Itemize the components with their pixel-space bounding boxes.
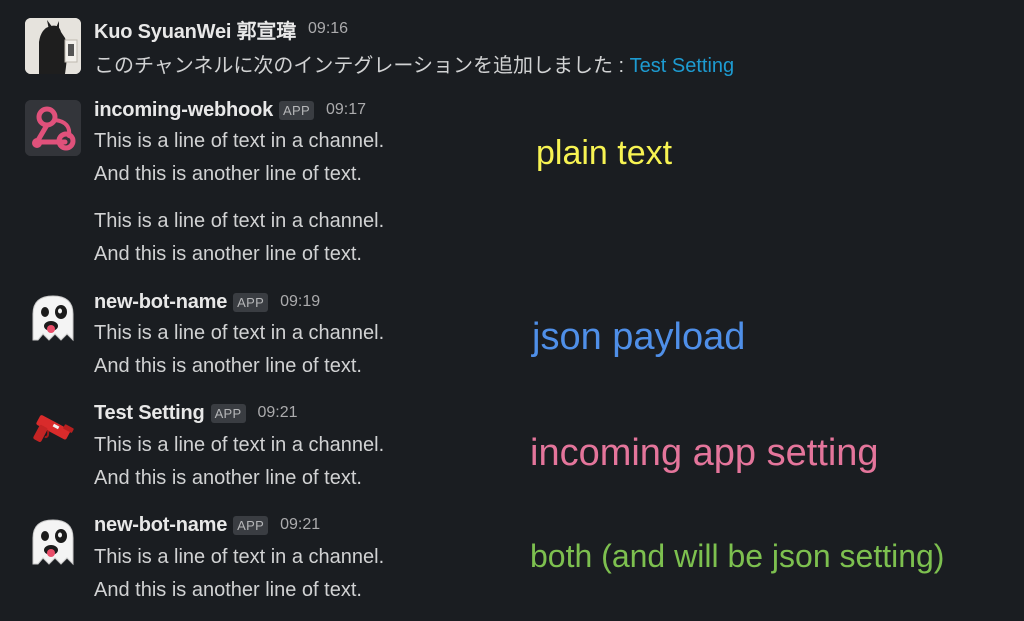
message-line: And this is another line of text. (94, 355, 362, 377)
message-line: This is a line of text in a channel. (94, 322, 385, 344)
webhook-icon[interactable] (25, 100, 81, 156)
app-badge: APP (233, 292, 269, 312)
message-timestamp[interactable]: 09:21 (280, 516, 320, 534)
message-timestamp[interactable]: 09:19 (280, 293, 320, 311)
ghost-emoji-icon[interactable] (25, 290, 81, 346)
user-photo-avatar[interactable] (25, 18, 81, 74)
sender-name[interactable]: Test Setting (94, 402, 205, 425)
sender-name[interactable]: new-bot-name (94, 291, 227, 314)
message-line: And this is another line of text. (94, 163, 362, 185)
message-timestamp[interactable]: 09:17 (326, 101, 366, 119)
message-line: And this is another line of text. (94, 579, 362, 601)
message-line: This is a line of text in a channel. (94, 210, 385, 232)
message-line: And this is another line of text. (94, 243, 362, 265)
integration-link[interactable]: Test Setting (630, 55, 735, 77)
message-line: This is a line of text in a channel. (94, 546, 385, 568)
annotation-both: both (and will be json setting) (530, 538, 945, 574)
ghost-emoji-icon[interactable] (25, 514, 81, 570)
app-badge: APP (210, 403, 246, 423)
annotation-plain-text: plain text (536, 134, 673, 172)
message-line: And this is another line of text. (94, 467, 362, 489)
sender-name[interactable]: Kuo SyuanWei 郭宣瑋 (94, 15, 296, 44)
message-line: This is a line of text in a channel. (94, 434, 385, 456)
sender-name[interactable]: new-bot-name (94, 514, 227, 537)
sender-name[interactable]: incoming-webhook (94, 99, 273, 122)
water-pistol-icon[interactable] (25, 402, 81, 458)
annotation-incoming-app-setting: incoming app setting (530, 432, 879, 474)
message-timestamp[interactable]: 09:21 (258, 404, 298, 422)
annotation-json-payload: json payload (532, 316, 746, 358)
chat-message-list: Kuo SyuanWei 郭宣瑋 09:16 このチャンネルに次のインテグレーシ… (0, 0, 1024, 621)
app-badge: APP (233, 515, 269, 535)
message-line: This is a line of text in a channel. (94, 130, 385, 152)
message-text: このチャンネルに次のインテグレーションを追加しました : Test Settin… (94, 49, 734, 78)
app-badge: APP (279, 100, 314, 120)
integration-added-text: このチャンネルに次のインテグレーションを追加しました : (94, 55, 630, 77)
message-timestamp[interactable]: 09:16 (308, 20, 348, 38)
